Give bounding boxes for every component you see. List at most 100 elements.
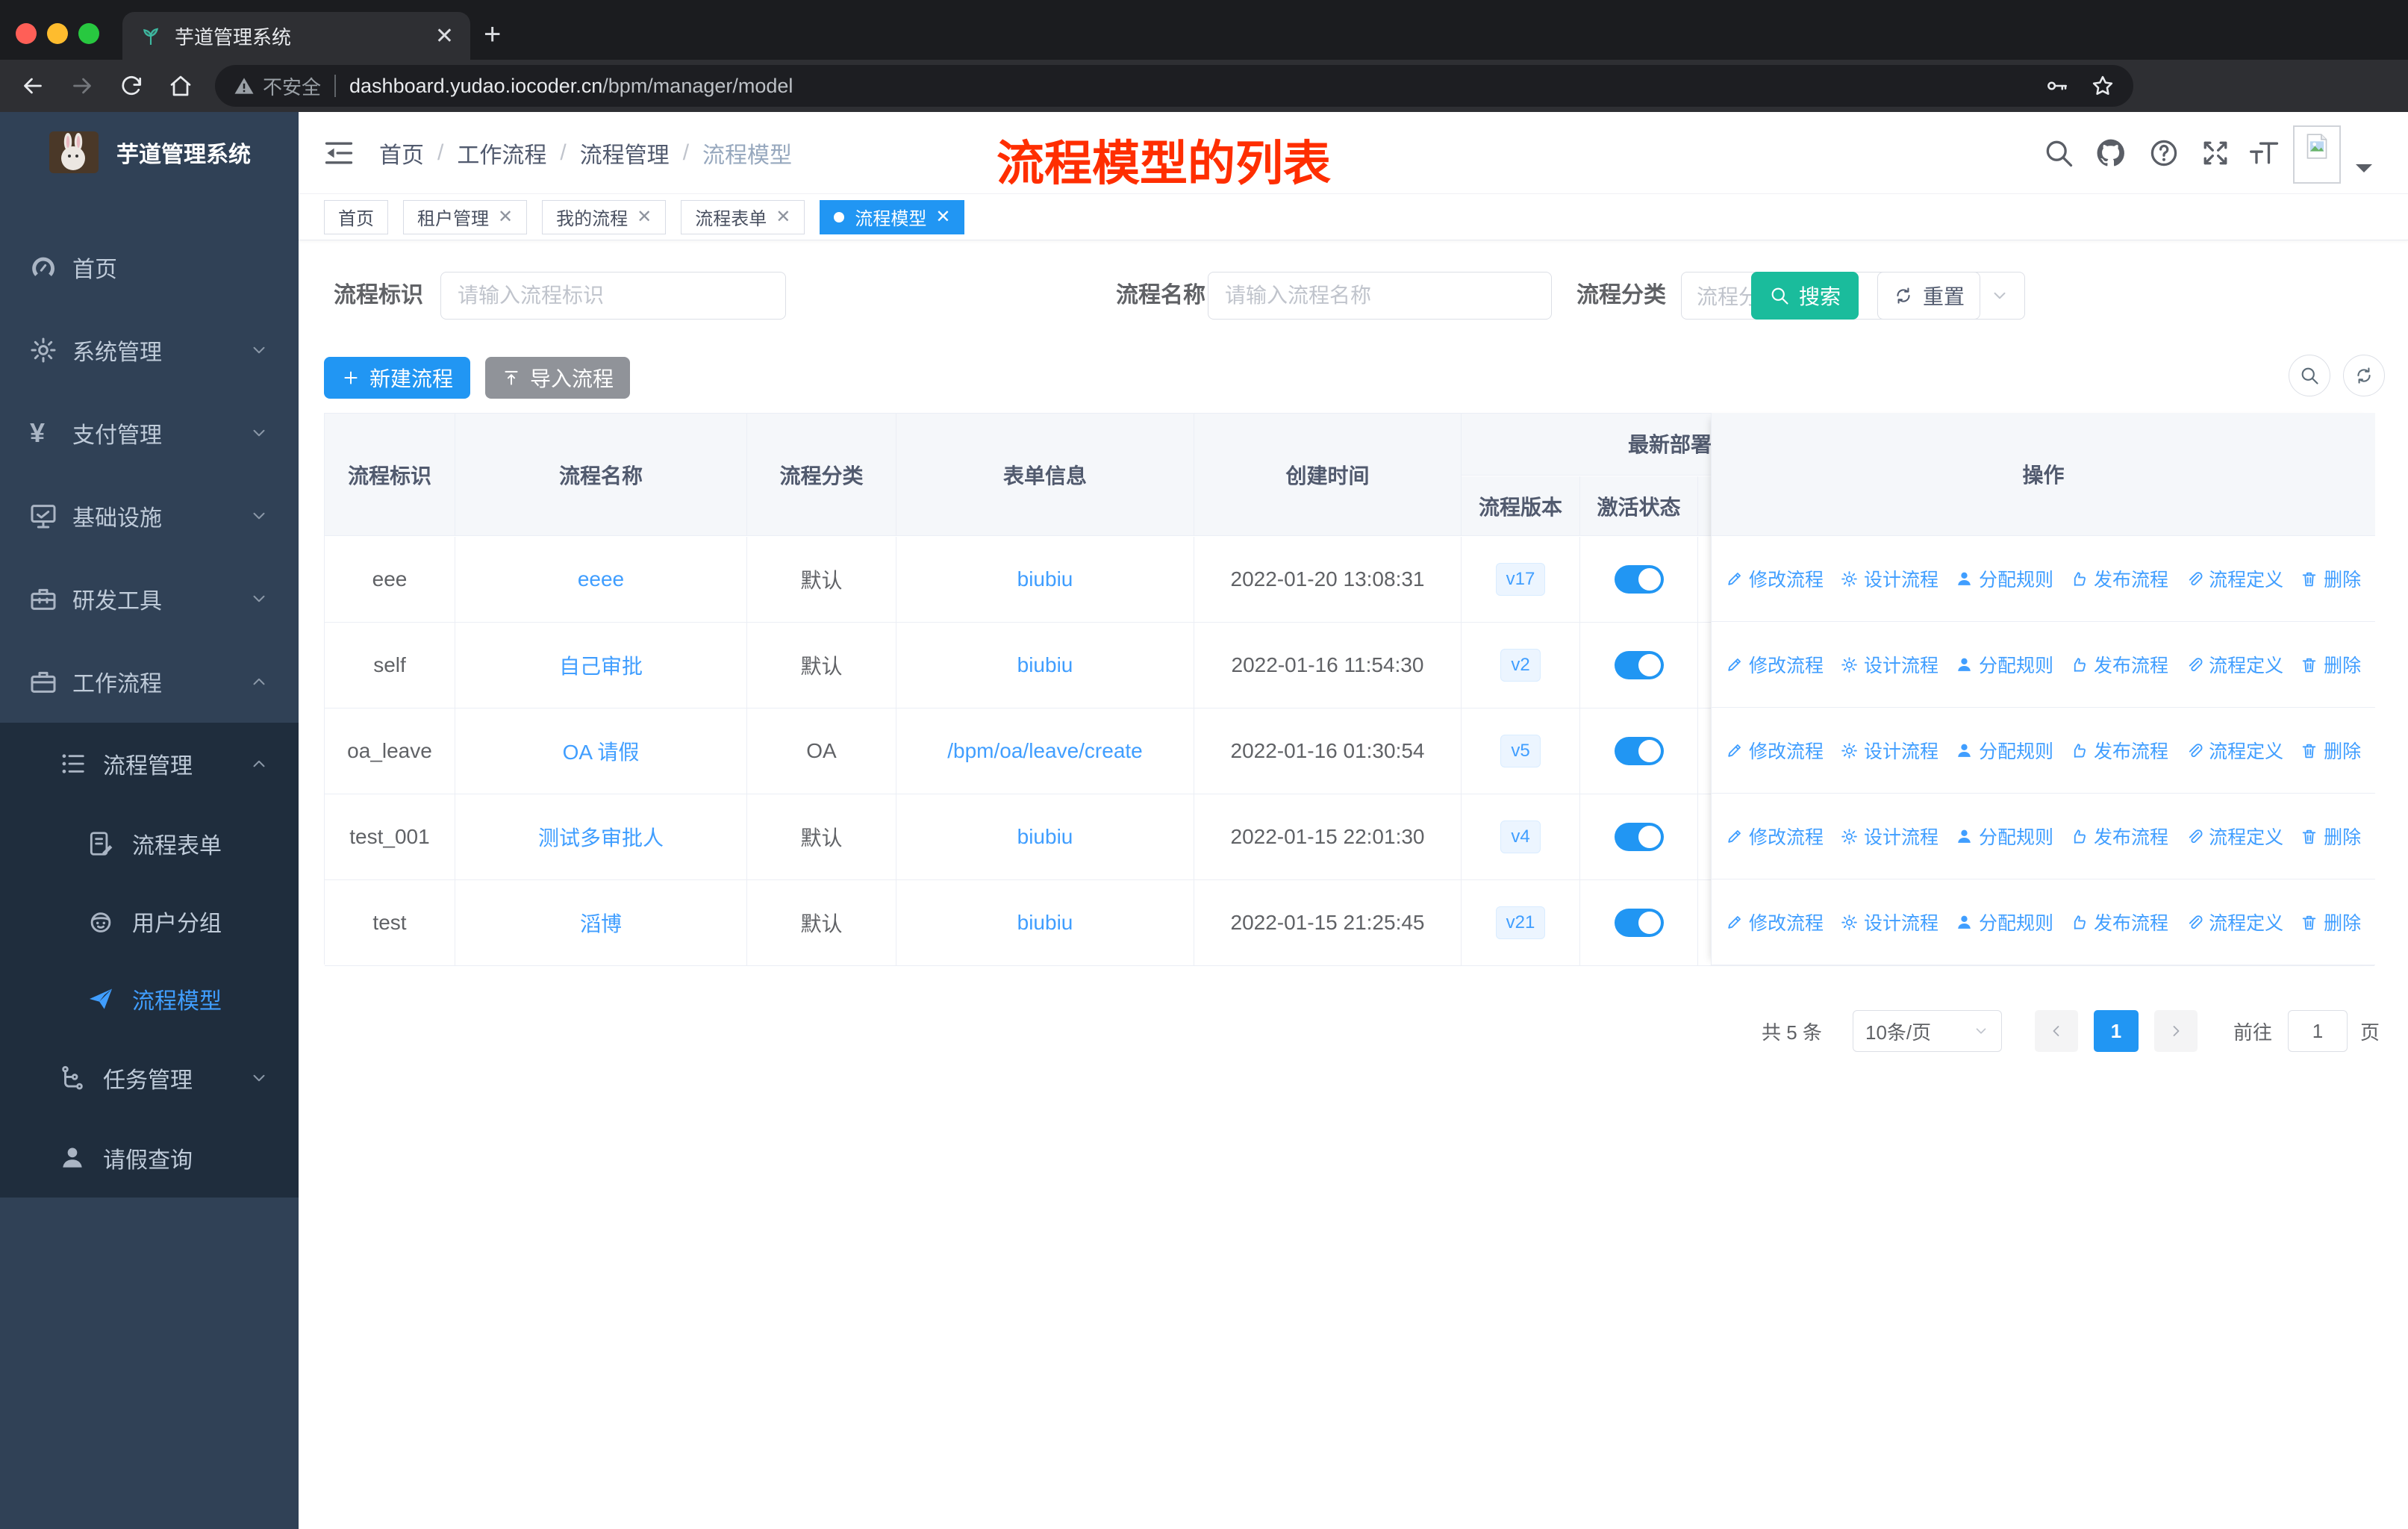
import-process-button[interactable]: 导入流程: [485, 357, 630, 399]
sidebar-item-process-form[interactable]: 流程表单: [0, 805, 299, 882]
design-process-link[interactable]: 设计流程: [1840, 909, 1938, 935]
sidebar-item-process-model[interactable]: 流程模型: [0, 960, 299, 1038]
version-tag[interactable]: v17: [1495, 563, 1546, 596]
current-page-button[interactable]: 1: [2094, 1010, 2139, 1052]
sidebar-item-home[interactable]: 首页: [0, 225, 299, 308]
delete-link[interactable]: 删除: [2300, 565, 2361, 592]
filter-name-input[interactable]: [1208, 272, 1552, 320]
delete-link[interactable]: 删除: [2300, 823, 2361, 850]
active-toggle[interactable]: [1614, 909, 1664, 937]
process-name-link[interactable]: OA 请假: [455, 709, 747, 794]
password-key-icon[interactable]: [2044, 73, 2069, 99]
github-icon[interactable]: [2094, 137, 2127, 169]
app-logo[interactable]: 芋道管理系统: [0, 112, 299, 193]
form-info-link[interactable]: biubiu: [896, 880, 1194, 965]
reload-icon[interactable]: [115, 69, 148, 102]
breadcrumb-process-management[interactable]: 流程管理: [580, 137, 670, 169]
form-info-link[interactable]: biubiu: [896, 537, 1194, 622]
fullscreen-icon[interactable]: [2199, 137, 2232, 169]
design-process-link[interactable]: 设计流程: [1840, 737, 1938, 764]
sidebar-item-process-management[interactable]: 流程管理: [0, 723, 299, 805]
sidebar-item-payment[interactable]: ¥ 支付管理: [0, 391, 299, 474]
sidebar-item-user-group[interactable]: 用户分组: [0, 882, 299, 960]
window-minimize-button[interactable]: [47, 23, 68, 44]
assign-rule-link[interactable]: 分配规则: [1955, 651, 2053, 678]
process-definition-link[interactable]: 流程定义: [2185, 823, 2283, 850]
form-info-link[interactable]: biubiu: [896, 623, 1194, 708]
design-process-link[interactable]: 设计流程: [1840, 651, 1938, 678]
version-tag[interactable]: v5: [1500, 735, 1541, 767]
design-process-link[interactable]: 设计流程: [1840, 823, 1938, 850]
version-tag[interactable]: v4: [1500, 820, 1541, 853]
reset-button[interactable]: 重置: [1877, 272, 1980, 320]
url-bar[interactable]: 不安全 dashboard.yudao.iocoder.cn/bpm/manag…: [215, 65, 2133, 107]
tab-close-icon[interactable]: ✕: [435, 23, 454, 49]
close-icon[interactable]: ✕: [935, 206, 950, 228]
publish-process-link[interactable]: 发布流程: [2070, 909, 2168, 935]
form-info-link[interactable]: /bpm/oa/leave/create: [896, 709, 1194, 794]
version-tag[interactable]: v2: [1500, 649, 1541, 682]
sidebar-collapse-icon[interactable]: [322, 137, 355, 169]
assign-rule-link[interactable]: 分配规则: [1955, 737, 2053, 764]
search-icon[interactable]: [2042, 137, 2075, 169]
modify-process-link[interactable]: 修改流程: [1725, 565, 1824, 592]
next-page-button[interactable]: [2154, 1010, 2198, 1052]
assign-rule-link[interactable]: 分配规则: [1955, 823, 2053, 850]
home-icon[interactable]: [164, 69, 197, 102]
sidebar-item-task-management[interactable]: 任务管理: [0, 1038, 299, 1118]
search-button[interactable]: 搜索: [1751, 272, 1859, 320]
delete-link[interactable]: 删除: [2300, 651, 2361, 678]
tag-my-process[interactable]: 我的流程 ✕: [542, 199, 667, 234]
delete-link[interactable]: 删除: [2300, 737, 2361, 764]
bookmark-star-icon[interactable]: [2090, 73, 2115, 99]
user-avatar[interactable]: [2293, 125, 2341, 184]
tag-process-model[interactable]: 流程模型 ✕: [820, 199, 965, 234]
forward-icon[interactable]: [66, 69, 99, 102]
create-process-button[interactable]: 新建流程: [324, 357, 470, 399]
close-icon[interactable]: ✕: [637, 206, 652, 228]
process-definition-link[interactable]: 流程定义: [2185, 737, 2283, 764]
active-toggle[interactable]: [1614, 823, 1664, 851]
design-process-link[interactable]: 设计流程: [1840, 565, 1938, 592]
close-icon[interactable]: ✕: [498, 206, 513, 228]
modify-process-link[interactable]: 修改流程: [1725, 909, 1824, 935]
active-toggle[interactable]: [1614, 737, 1664, 765]
filter-key-input[interactable]: [440, 272, 786, 320]
modify-process-link[interactable]: 修改流程: [1725, 823, 1824, 850]
version-tag[interactable]: v21: [1495, 906, 1546, 939]
modify-process-link[interactable]: 修改流程: [1725, 651, 1824, 678]
process-name-link[interactable]: 测试多审批人: [455, 794, 747, 879]
process-name-link[interactable]: 自己审批: [455, 623, 747, 708]
avatar-caret-icon[interactable]: [2356, 164, 2372, 181]
sidebar-item-devtools[interactable]: 研发工具: [0, 557, 299, 640]
publish-process-link[interactable]: 发布流程: [2070, 565, 2168, 592]
publish-process-link[interactable]: 发布流程: [2070, 823, 2168, 850]
sidebar-item-system[interactable]: 系统管理: [0, 308, 299, 391]
refresh-table-button[interactable]: [2343, 355, 2385, 396]
toggle-search-button[interactable]: [2289, 355, 2330, 396]
browser-tab[interactable]: 芋道管理系统 ✕: [122, 12, 470, 60]
page-size-select[interactable]: 10条/页: [1853, 1010, 2002, 1052]
window-zoom-button[interactable]: [78, 23, 99, 44]
publish-process-link[interactable]: 发布流程: [2070, 651, 2168, 678]
process-name-link[interactable]: eeee: [455, 537, 747, 622]
help-icon[interactable]: [2147, 137, 2180, 169]
prev-page-button[interactable]: [2035, 1010, 2078, 1052]
back-icon[interactable]: [16, 69, 49, 102]
close-icon[interactable]: ✕: [776, 206, 790, 228]
process-definition-link[interactable]: 流程定义: [2185, 909, 2283, 935]
process-definition-link[interactable]: 流程定义: [2185, 651, 2283, 678]
publish-process-link[interactable]: 发布流程: [2070, 737, 2168, 764]
font-size-icon[interactable]: [2248, 137, 2281, 169]
delete-link[interactable]: 删除: [2300, 909, 2361, 935]
tag-home[interactable]: 首页: [324, 199, 388, 234]
active-toggle[interactable]: [1614, 651, 1664, 679]
active-toggle[interactable]: [1614, 565, 1664, 594]
breadcrumb-home[interactable]: 首页: [379, 137, 424, 169]
sidebar-item-infrastructure[interactable]: 基础设施: [0, 474, 299, 557]
sidebar-item-workflow[interactable]: 工作流程: [0, 640, 299, 723]
tag-tenant[interactable]: 租户管理 ✕: [403, 199, 528, 234]
window-close-button[interactable]: [16, 23, 37, 44]
security-label[interactable]: 不安全: [263, 72, 321, 100]
sidebar-item-leave-query[interactable]: 请假查询: [0, 1118, 299, 1198]
